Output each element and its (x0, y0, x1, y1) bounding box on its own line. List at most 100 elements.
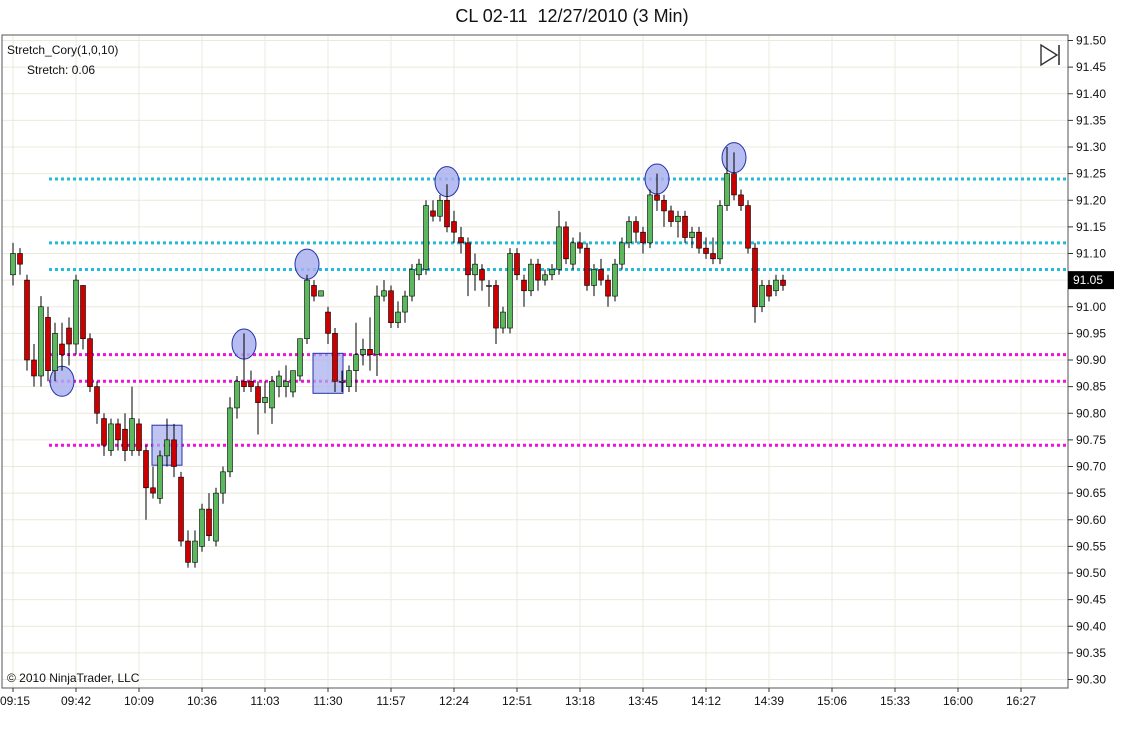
candle-body-up (339, 380, 345, 383)
y-tick-label: 90.55 (1076, 539, 1106, 553)
candle-body-up (108, 423, 114, 451)
candle (122, 413, 128, 462)
candle-body-down (465, 242, 471, 276)
candle-body-down (563, 226, 569, 260)
candle (647, 189, 653, 249)
candle-body-down (703, 247, 709, 254)
candle-body-down (738, 194, 744, 206)
candle (318, 290, 324, 297)
skip-to-end-icon[interactable] (1038, 42, 1064, 68)
candle (773, 274, 779, 297)
candle-body-up (10, 253, 16, 276)
candle (73, 274, 79, 355)
y-tick-label: 90.45 (1076, 593, 1106, 607)
candle-body-down (136, 423, 142, 451)
candle-body-up (297, 338, 303, 377)
candle (759, 280, 765, 313)
candle (577, 232, 583, 254)
candle (738, 189, 744, 211)
candle (528, 258, 534, 297)
candle (437, 194, 443, 222)
candle-body-down (45, 317, 51, 371)
candle-body-down (444, 199, 450, 228)
candle-body-up (759, 285, 765, 308)
candle-body-up (647, 194, 653, 244)
candle (101, 413, 107, 456)
candle (458, 226, 464, 254)
candle-body-up (164, 439, 170, 457)
y-tick-label: 91.00 (1076, 300, 1106, 314)
candle (66, 317, 72, 366)
candle (59, 322, 65, 371)
candle (430, 200, 436, 222)
y-tick-label: 90.60 (1076, 513, 1106, 527)
candle (325, 306, 331, 345)
candle-body-down (388, 290, 394, 324)
candle-body-down (332, 333, 338, 382)
candle (255, 381, 261, 435)
candle (409, 264, 415, 302)
x-tick-label: 12:24 (439, 694, 469, 708)
candle (129, 386, 135, 456)
candle (451, 210, 457, 243)
candle (143, 445, 149, 520)
candle-body-down (514, 253, 520, 276)
y-axis: 91.50 91.45 91.40 91.35 91.30 91.25 91.20 91.15… (1068, 34, 1106, 687)
candle-body-down (766, 285, 772, 297)
candle (640, 226, 646, 254)
candle (185, 530, 191, 568)
candle-body-up (591, 269, 597, 286)
candle (227, 397, 233, 478)
candle-body-up (318, 290, 324, 297)
candle (311, 280, 317, 302)
candle-body-up (675, 215, 681, 222)
candle (486, 280, 492, 307)
candle-body-up (724, 173, 730, 206)
candle (745, 200, 751, 254)
candle-body-down (185, 540, 191, 563)
candle-body-up (689, 231, 695, 238)
candle (500, 306, 506, 334)
indicator-stretch-row: Stretch: 0.06 (7, 60, 118, 80)
x-tick-label: 10:09 (124, 694, 154, 708)
candle (661, 194, 667, 227)
candle-body-up (570, 242, 576, 265)
candle-body-down (577, 242, 583, 249)
candle-body-down (605, 279, 611, 297)
candle (633, 216, 639, 243)
candle-body-up (542, 274, 548, 281)
candle-body-down (598, 269, 604, 281)
candle-body-up (38, 306, 44, 377)
candle-body-down (59, 343, 65, 355)
candle-body-up (416, 263, 422, 276)
candle (199, 503, 205, 552)
candle-body-down (206, 508, 212, 537)
candle-body-up (346, 370, 352, 387)
candle-body-up (52, 333, 58, 371)
candle-body-down (255, 386, 261, 403)
candle (465, 237, 471, 297)
candle (269, 375, 275, 424)
candle-body-up (192, 540, 198, 563)
candle-body-down (17, 253, 23, 265)
candle-body-up (276, 375, 282, 387)
candle-body-down (94, 386, 100, 414)
candle (493, 280, 499, 345)
candle-body-up (409, 269, 415, 297)
candle-body-down (451, 221, 457, 233)
candle (388, 285, 394, 329)
stretch-value: 0.06 (71, 63, 96, 77)
candle-body-up (612, 263, 618, 297)
y-tick-label: 91.20 (1076, 193, 1106, 207)
x-tick-label: 14:12 (691, 694, 721, 708)
candle (682, 210, 688, 243)
candle (612, 258, 618, 302)
candle-body-up (619, 242, 625, 265)
candle-body-up (528, 263, 534, 292)
candle-body-down (101, 418, 107, 446)
candle-body-down (66, 327, 72, 345)
candle-body-up (402, 295, 408, 313)
candle (423, 200, 429, 275)
y-tick-label: 90.90 (1076, 353, 1106, 367)
candle-body-up (283, 380, 289, 387)
